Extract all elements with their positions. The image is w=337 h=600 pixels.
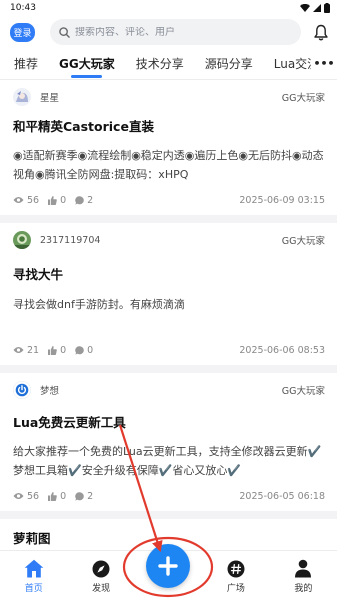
views-count: 56 <box>27 490 40 502</box>
tab-tech-share[interactable]: 技术分享 <box>136 48 184 80</box>
eye-icon <box>13 197 24 203</box>
comment-icon <box>75 491 84 501</box>
status-time: 10:43 <box>10 3 36 13</box>
likes-count: 0 <box>60 490 67 502</box>
avatar[interactable] <box>13 88 31 106</box>
post-card[interactable]: 星星 GG大玩家 和平精英Castorice直装 ◉适配新赛季◉流程绘制◉稳定内… <box>0 80 337 215</box>
search-box[interactable] <box>50 19 301 45</box>
views-stat: 21 <box>13 345 39 356</box>
tab-gg-player[interactable]: GG大玩家 <box>59 48 115 80</box>
views-count: 21 <box>27 344 40 356</box>
avatar[interactable] <box>13 381 31 399</box>
nav-discover-label: 发现 <box>92 584 111 594</box>
eye-icon <box>13 347 24 353</box>
post-meta: 56 0 2 2025-06-05 06:18 <box>13 489 325 503</box>
search-input[interactable] <box>75 26 301 38</box>
post-header: 星星 GG大玩家 <box>13 88 325 106</box>
post-card[interactable]: 梦想 GG大玩家 Lua免费云更新工具 给大家推荐一个免费的Lua云更新工具，支… <box>0 373 337 511</box>
status-icons <box>300 3 330 13</box>
hash-icon <box>227 556 245 578</box>
status-bar: 10:43 <box>0 0 337 16</box>
author-name[interactable]: 2317119704 <box>40 235 282 246</box>
comments-stat[interactable]: 2 <box>75 195 93 206</box>
bell-icon <box>314 24 328 40</box>
top-bar: 登录 <box>0 16 337 48</box>
notification-button[interactable] <box>313 22 329 42</box>
post-excerpt: 给大家推荐一个免费的Lua云更新工具，支持全修改器云更新✔️梦想工具箱✔️安全升… <box>13 445 322 477</box>
power-logo-icon <box>13 381 31 399</box>
post-header: 梦想 GG大玩家 <box>13 381 325 399</box>
more-tabs-button[interactable]: ••• <box>311 48 337 79</box>
nav-square[interactable]: 广场 <box>202 556 269 600</box>
author-name[interactable]: 星星 <box>40 90 282 104</box>
nav-discover[interactable]: 发现 <box>67 556 134 600</box>
thumbs-up-icon <box>48 491 57 501</box>
post-header: 2317119704 GG大玩家 <box>13 231 325 249</box>
avatar-image-icon <box>13 231 31 249</box>
search-icon <box>59 26 70 38</box>
thumbs-up-icon <box>48 345 57 355</box>
author-name[interactable]: 梦想 <box>40 383 282 397</box>
eye-icon <box>13 493 24 499</box>
post-excerpt: 寻找会做dnf手游防封。有麻烦滴滴 <box>13 298 185 311</box>
comments-stat[interactable]: 2 <box>75 491 93 502</box>
post-title[interactable]: Lua免费云更新工具 <box>13 415 325 431</box>
avatar[interactable] <box>13 231 31 249</box>
plus-icon <box>158 556 178 576</box>
tab-source-share[interactable]: 源码分享 <box>205 48 253 80</box>
post-category: GG大玩家 <box>281 236 325 247</box>
comments-count: 0 <box>87 344 94 356</box>
post-date: 2025-06-09 03:15 <box>239 194 325 206</box>
thumbs-up-icon <box>48 195 57 205</box>
comments-count: 2 <box>87 490 94 502</box>
post-meta: 56 0 2 2025-06-09 03:15 <box>13 193 325 207</box>
comment-icon <box>75 195 84 205</box>
comments-stat[interactable]: 0 <box>75 345 93 356</box>
post-excerpt: ◉适配新赛季◉流程绘制◉稳定内透◉遍历上色◉无后防抖◉动态视角◉腾讯全防网盘:提… <box>13 149 324 181</box>
comment-icon <box>75 345 84 355</box>
comments-count: 2 <box>87 194 94 206</box>
login-button[interactable]: 登录 <box>10 22 35 42</box>
compass-icon <box>92 556 110 578</box>
category-tabs: 推荐 GG大玩家 技术分享 源码分享 Lua交流 ••• <box>0 48 337 80</box>
nav-mine-label: 我的 <box>294 584 313 594</box>
likes-stat[interactable]: 0 <box>48 491 66 502</box>
likes-stat[interactable]: 0 <box>48 195 66 206</box>
post-date: 2025-06-06 08:53 <box>239 344 325 356</box>
post-title[interactable]: 寻找大牛 <box>13 267 325 283</box>
views-count: 56 <box>27 194 40 206</box>
signal-icon <box>313 4 321 12</box>
tab-recommend[interactable]: 推荐 <box>14 48 38 80</box>
battery-icon <box>324 3 330 13</box>
publish-button[interactable] <box>146 544 190 588</box>
nav-square-label: 广场 <box>226 584 245 594</box>
views-stat: 56 <box>13 195 39 206</box>
post-category: GG大玩家 <box>281 386 325 397</box>
wifi-icon <box>300 4 310 12</box>
post-meta: 21 0 0 2025-06-06 08:53 <box>13 343 325 357</box>
views-stat: 56 <box>13 491 39 502</box>
avatar-image-icon <box>13 88 31 106</box>
post-feed[interactable]: 星星 GG大玩家 和平精英Castorice直装 ◉适配新赛季◉流程绘制◉稳定内… <box>0 80 337 600</box>
post-card[interactable]: 2317119704 GG大玩家 寻找大牛 寻找会做dnf手游防封。有麻烦滴滴 … <box>0 223 337 365</box>
nav-mine[interactable]: 我的 <box>270 556 337 600</box>
post-title[interactable]: 和平精英Castorice直装 <box>13 119 325 135</box>
nav-home-label: 首页 <box>24 584 43 594</box>
likes-stat[interactable]: 0 <box>48 345 66 356</box>
likes-count: 0 <box>60 344 67 356</box>
likes-count: 0 <box>60 194 67 206</box>
post-category: GG大玩家 <box>281 93 325 104</box>
person-icon <box>294 556 312 578</box>
nav-home[interactable]: 首页 <box>0 556 67 600</box>
home-icon <box>24 556 44 578</box>
post-date: 2025-06-05 06:18 <box>239 490 325 502</box>
